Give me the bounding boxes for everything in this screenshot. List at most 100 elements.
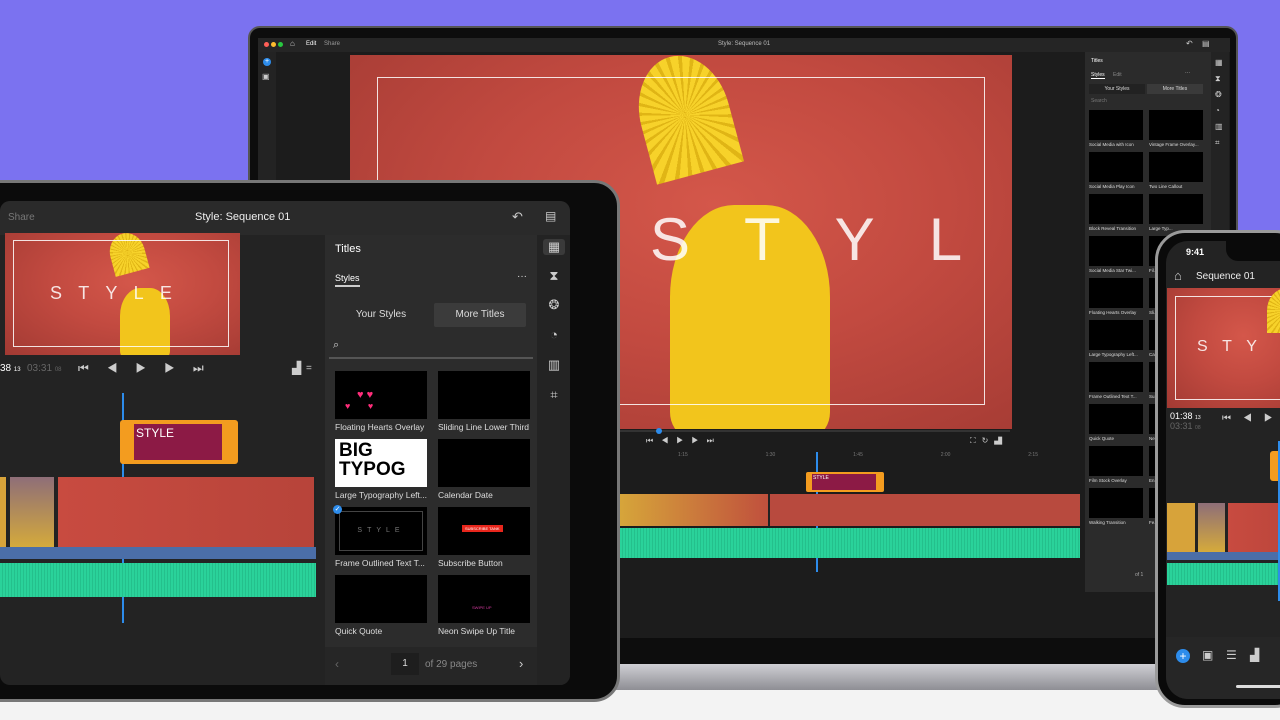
view-controls[interactable]: ⛶↻▟ (970, 436, 1008, 446)
tab-edit-panel[interactable]: Edit (1113, 72, 1122, 78)
phone: 9:41 ⌂ Sequence 01 STY 01:38 13 03:31 08… (1155, 230, 1280, 708)
title-template-thumb[interactable]: SWIPE UP (438, 575, 530, 623)
feedback-icon[interactable]: ▤ (545, 209, 556, 223)
page-input[interactable]: 1 (391, 653, 419, 675)
audio-track[interactable] (620, 528, 1080, 558)
color-icon[interactable]: ❂ (1215, 90, 1222, 99)
tab-styles[interactable]: Styles (335, 273, 360, 287)
scrubber[interactable] (620, 428, 1010, 434)
title-template-thumb[interactable] (1089, 362, 1143, 392)
title-template-thumb[interactable] (1149, 152, 1203, 182)
audio-track[interactable] (0, 563, 316, 597)
audio-icon[interactable]: ▥ (543, 357, 565, 373)
title-template-thumb[interactable]: SUBSCRIBE TANK (438, 507, 530, 555)
speed-icon[interactable]: ◔ (543, 327, 565, 342)
menu-icon[interactable]: = (306, 363, 312, 374)
title-template-thumb[interactable] (1089, 194, 1143, 224)
aspect-ratio-icon[interactable]: ▟ (1250, 648, 1259, 662)
tab-styles[interactable]: Styles (1091, 72, 1105, 79)
video-track[interactable] (0, 477, 316, 559)
more-options-button[interactable]: ··· (517, 271, 527, 282)
undo-icon[interactable]: ↶ (1186, 39, 1193, 48)
add-media-button[interactable]: + (1176, 649, 1190, 663)
title-template-label: Large Typography Left... (335, 490, 427, 500)
prev-page-button[interactable]: ‹ (335, 657, 339, 671)
title-template-thumb[interactable]: ♥ ♥ ♥ ♥ (335, 371, 427, 419)
title-template-thumb[interactable]: STYLE ✓ (333, 505, 427, 555)
title-clip[interactable]: STYLE (120, 420, 238, 464)
preview-title-text: STYLE (650, 206, 1012, 273)
media-icon[interactable]: ▣ (262, 72, 270, 81)
current-time: 38 13 (0, 363, 21, 374)
page-count: of 29 pages (425, 659, 478, 670)
more-titles-button[interactable]: More Titles (1147, 84, 1203, 94)
transitions-icon[interactable]: ⧗ (543, 268, 565, 284)
color-icon[interactable]: ❂ (543, 297, 565, 313)
status-clock: 9:41 (1186, 247, 1205, 257)
titles-icon[interactable]: ▦ (543, 239, 565, 255)
your-styles-button[interactable]: Your Styles (1089, 84, 1145, 94)
title-template-thumb[interactable]: BIG TYPOG (335, 439, 427, 487)
crop-icon[interactable]: ⌗ (1215, 138, 1220, 148)
undo-icon[interactable]: ↶ (512, 209, 523, 225)
audio-icon[interactable]: ▥ (1215, 122, 1223, 131)
title-template-thumb[interactable] (1089, 320, 1143, 350)
pagination: ‹ 1 of 29 pages › (325, 647, 537, 685)
tab-share[interactable]: Share (324, 41, 340, 47)
search-input[interactable]: ⌕ (329, 337, 533, 359)
title-template-thumb[interactable] (1089, 446, 1143, 476)
close-window-button[interactable] (264, 42, 269, 47)
more-titles-button[interactable]: More Titles (434, 303, 526, 327)
title-template-label: Large Typography Left... (1089, 352, 1138, 357)
home-icon[interactable]: ⌂ (1174, 268, 1182, 283)
tablet-header: Share Style: Sequence 01 ↶ ▤ (0, 201, 570, 235)
title-template-thumb[interactable] (438, 371, 530, 419)
title-template-label: Walking Transition (1089, 520, 1126, 525)
your-styles-button[interactable]: Your Styles (335, 303, 427, 327)
phone-toolbar: + ▣ ☰ ▟ (1166, 637, 1280, 699)
title-template-thumb[interactable] (1149, 110, 1203, 140)
title-template-thumb[interactable] (1149, 194, 1203, 224)
media-icon[interactable]: ▣ (1202, 648, 1213, 662)
next-page-button[interactable]: › (519, 656, 523, 671)
maximize-window-button[interactable] (278, 42, 283, 47)
title-template-label: Social Media with Icon (1089, 142, 1134, 147)
title-template-thumb[interactable] (1089, 236, 1143, 266)
feedback-icon[interactable]: ▤ (1202, 39, 1210, 48)
notch (1226, 241, 1280, 261)
minimize-window-button[interactable] (271, 42, 276, 47)
title-template-thumb[interactable] (438, 439, 530, 487)
more-options-button[interactable]: ··· (1185, 70, 1190, 76)
title-template-thumb[interactable] (1089, 278, 1143, 308)
share-button[interactable]: Share (8, 212, 35, 223)
phone-preview: STY (1167, 288, 1280, 408)
add-media-button[interactable]: + (263, 58, 271, 66)
video-track[interactable] (1167, 503, 1280, 560)
title-template-label: Quick Quote (1089, 436, 1115, 441)
title-clip[interactable]: STYLE (806, 472, 884, 492)
title-template-thumb[interactable] (1089, 110, 1143, 140)
crop-icon[interactable]: ⌗ (543, 387, 565, 403)
titles-icon[interactable]: ▦ (1215, 58, 1223, 67)
title-template-thumb[interactable] (335, 575, 427, 623)
layers-icon[interactable]: ☰ (1226, 648, 1237, 662)
project-title: Sequence 01 (1196, 271, 1255, 282)
search-input[interactable]: Search (1091, 98, 1107, 104)
total-time: 03:31 08 (27, 363, 62, 374)
audio-track[interactable] (1167, 563, 1280, 585)
total-time: 03:31 08 (1170, 421, 1201, 431)
title-template-label: Frame Outlined Text T... (1089, 394, 1137, 399)
aspect-ratio-icon[interactable]: ▟ (292, 361, 301, 375)
home-icon[interactable]: ⌂ (290, 39, 295, 48)
video-track[interactable] (620, 494, 1080, 526)
transitions-icon[interactable]: ⧗ (1215, 74, 1221, 84)
tab-edit[interactable]: Edit (306, 41, 316, 47)
speed-icon[interactable]: ◔ (1215, 106, 1220, 115)
title-template-thumb[interactable] (1089, 152, 1143, 182)
transport-controls[interactable]: ⏮◀▶▶⏭ (646, 436, 722, 446)
transport-controls[interactable]: ⏮◀▶ (1222, 413, 1280, 424)
title-template-label: Floating Hearts Overlay (335, 422, 425, 432)
title-template-thumb[interactable] (1089, 488, 1143, 518)
transport-controls[interactable]: ⏮◀▶▶⏭ (78, 361, 222, 376)
title-template-thumb[interactable] (1089, 404, 1143, 434)
